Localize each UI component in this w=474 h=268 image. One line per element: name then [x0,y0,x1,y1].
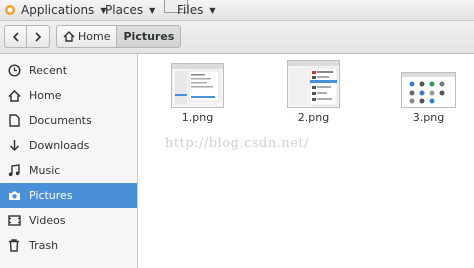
sidebar-item-trash[interactable]: Trash [0,233,137,258]
music-icon [7,164,21,178]
sidebar-item-label: Trash [29,239,59,252]
places-label: Places [105,3,144,17]
file-thumbnail [401,72,456,108]
file-name: 1.png [181,111,214,124]
file-item[interactable]: 3.png [401,72,456,124]
sidebar-item-documents[interactable]: Documents [0,108,137,133]
sidebar-item-downloads[interactable]: Downloads [0,133,137,158]
chevron-right-icon [35,31,42,42]
file-thumbnail [171,63,224,108]
chevron-left-icon [12,31,19,42]
places-menu[interactable]: Places ▼ [105,3,155,17]
sidebar: Recent Home Documents Downloads Music Pi… [0,54,138,268]
forward-button[interactable] [27,25,50,48]
files-dropdown-icon: ▼ [209,5,216,15]
breadcrumb: Home Pictures [56,25,182,48]
file-name: 3.png [412,111,445,124]
home-icon [7,89,21,103]
files-menu[interactable]: Files ▼ [177,3,216,17]
clock-icon [7,64,21,78]
breadcrumb-home[interactable]: Home [56,25,118,48]
watermark-text: http://blog.csdn.net/ [165,136,309,151]
file-view: 1.png 2.png 3.png http://blog.csdn.net/ [138,54,474,268]
breadcrumb-pictures-label: Pictures [123,30,175,43]
places-dropdown-icon: ▼ [149,5,156,15]
top-panel: Applications ▼ Places ▼ Files ▼ [0,0,474,21]
navigation-buttons [4,25,50,48]
header-bar: Home Pictures [0,21,474,54]
files-label: Files [177,3,204,17]
sidebar-item-label: Downloads [29,139,90,152]
trash-icon [7,239,21,253]
sidebar-item-videos[interactable]: Videos [0,208,137,233]
sidebar-item-recent[interactable]: Recent [0,58,137,83]
sidebar-item-home[interactable]: Home [0,83,137,108]
sidebar-item-label: Recent [29,64,68,77]
file-item[interactable]: 2.png [287,60,340,124]
sidebar-item-label: Documents [29,114,92,127]
applications-menu[interactable]: Applications ▼ [4,3,106,17]
download-icon [7,139,21,153]
sidebar-item-music[interactable]: Music [0,158,137,183]
document-icon [7,114,21,128]
video-icon [7,214,21,228]
back-button[interactable] [4,25,27,48]
sidebar-item-label: Pictures [29,189,73,202]
breadcrumb-home-label: Home [78,30,111,43]
breadcrumb-pictures[interactable]: Pictures [117,25,182,48]
applications-label: Applications [21,3,95,17]
sidebar-item-label: Music [29,164,61,177]
sidebar-item-label: Home [29,89,62,102]
home-icon [63,31,75,42]
file-name: 2.png [297,111,330,124]
file-item[interactable]: 1.png [171,63,224,124]
file-thumbnail [287,60,340,108]
sidebar-item-label: Videos [29,214,66,227]
sidebar-item-pictures[interactable]: Pictures [0,183,137,208]
gnome-foot-icon [4,4,16,16]
camera-icon [7,189,21,203]
